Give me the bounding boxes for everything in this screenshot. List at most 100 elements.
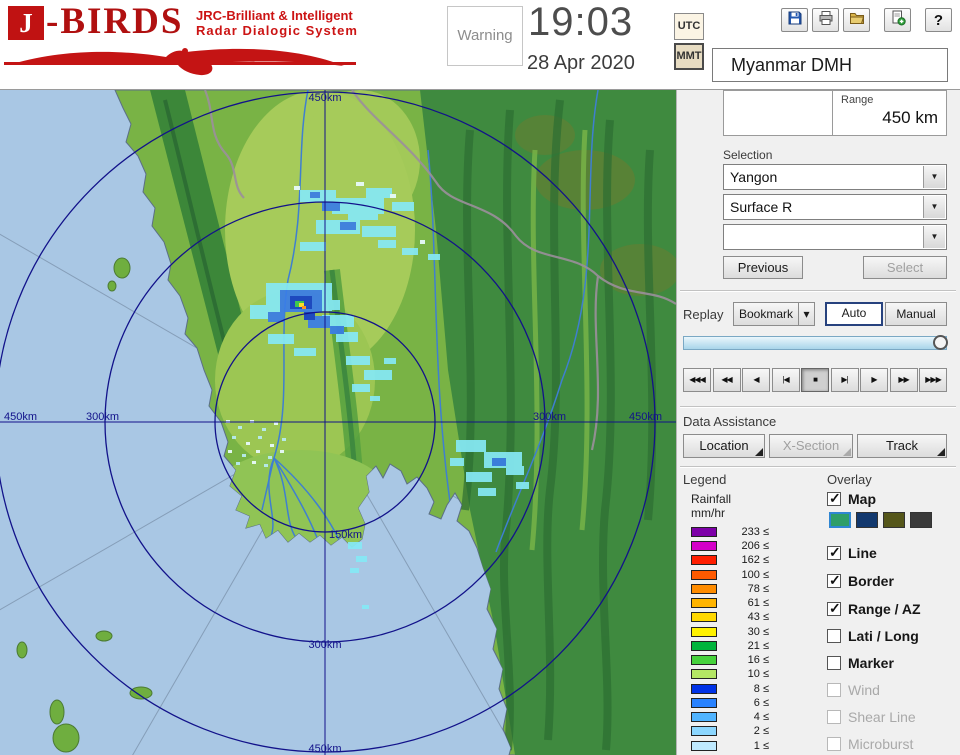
save-button[interactable] [781,8,808,32]
legend-value: 43 ≤ [747,611,769,623]
data-assistance-section-label: Data Assistance [683,414,777,429]
play-button[interactable]: ▶ [860,368,888,392]
marker-checkbox[interactable] [827,656,841,670]
location-button[interactable]: Location [683,434,765,458]
legend-value: 100 ≤ [741,569,769,581]
extra-select[interactable]: ▼ [723,224,947,250]
legend-swatch [691,570,717,580]
legend-value: 61 ≤ [747,597,769,609]
save-icon [787,10,803,31]
lati-long-checkbox[interactable] [827,629,841,643]
range-az-checkbox[interactable] [827,600,841,617]
legend-swatch [691,641,717,651]
bookmark-button[interactable]: Bookmark [733,302,799,326]
help-button[interactable]: ? [925,8,952,32]
overlay-item-label: Line [848,545,877,561]
stop-button[interactable]: ■ [801,368,829,392]
playback-controls: ◀◀◀ ◀◀ ◀ |◀ ■ ▶| ▶ ▶▶ ▶▶▶ [683,368,947,392]
overlay-item-lati-long[interactable]: Lati / Long [827,627,919,645]
legend-swatch [691,584,717,594]
play-backward-button[interactable]: ◀ [742,368,770,392]
manual-mode-button[interactable]: Manual [885,302,947,326]
legend-value: 206 ≤ [741,540,769,552]
range-ring-label: 450km [308,743,341,755]
map-style-option[interactable] [883,512,905,528]
legend-swatch [691,527,717,537]
legend-row: 21 ≤ [691,640,769,652]
overlay-item-marker[interactable]: Marker [827,654,894,672]
export-button[interactable] [884,8,911,32]
line-checkbox[interactable] [827,544,841,561]
legend-swatch [691,712,717,722]
replay-slider[interactable] [683,335,948,350]
auto-mode-button[interactable]: Auto [825,302,883,326]
overlay-item-line[interactable]: Line [827,544,877,562]
select-button[interactable]: Select [863,256,947,279]
step-back-button[interactable]: |◀ [771,368,800,392]
fast-forward-button[interactable]: ▶▶ [889,368,918,392]
legend-swatch [691,741,717,751]
range-ring-label: 450km [308,92,341,104]
legend-row: 4 ≤ [691,711,769,723]
border-checkbox[interactable] [827,572,841,589]
radar-map[interactable]: 450km 450km 300km 300km 450km 150km 300k… [0,90,676,755]
map-checkbox[interactable] [827,490,841,507]
chevron-down-icon[interactable]: ▼ [923,196,945,218]
map-style-swatches [829,512,932,528]
legend-row: 2 ≤ [691,725,769,737]
chevron-down-icon[interactable]: ▼ [923,166,945,188]
fast-rewind-button[interactable]: ◀◀ [712,368,741,392]
station-title: Myanmar DMH [712,48,948,82]
site-select[interactable]: Yangon ▼ [723,164,947,190]
logo-title: -BIRDS [46,1,184,42]
overlay-item-map[interactable]: Map [827,490,876,508]
legend-row: 162 ≤ [691,554,769,566]
range-ring-label: 300km [533,411,566,423]
range-ring-label: 450km [4,411,37,423]
legend-unit-line2: mm/hr [691,506,725,520]
map-style-option[interactable] [856,512,878,528]
overlay-item-label: Range / AZ [848,601,921,617]
product-select[interactable]: Surface R ▼ [723,194,947,220]
print-button[interactable] [812,8,839,32]
help-icon: ? [933,11,944,29]
legend-row: 233 ≤ [691,526,769,538]
jump-end-button[interactable]: ▶▶▶ [919,368,947,392]
range-display-right: Range 450 km [832,91,946,135]
logo-subtitle-line1: JRC-Brilliant & Intelligent [196,8,353,23]
bookmark-menu-arrow[interactable]: ▾ [798,302,815,326]
map-style-option[interactable] [910,512,932,528]
selection-section-label: Selection [723,148,773,162]
map-style-option[interactable] [829,512,851,528]
legend-row: 100 ≤ [691,569,769,581]
overlay-item-label: Marker [848,655,894,671]
chevron-down-icon[interactable]: ▼ [923,226,945,248]
legend-swatch [691,555,717,565]
divider [680,466,956,468]
legend-row: 206 ≤ [691,540,769,552]
track-button[interactable]: Track [857,434,947,458]
replay-slider-thumb[interactable] [933,335,948,350]
legend-swatch [691,726,717,736]
overlay-item-shear-line: Shear Line [827,708,916,726]
legend-swatch [691,598,717,608]
previous-button[interactable]: Previous [723,256,803,279]
jump-start-button[interactable]: ◀◀◀ [683,368,711,392]
utc-button[interactable]: UTC [674,13,704,40]
range-display: Range 450 km [723,90,947,136]
overlay-item-range-az[interactable]: Range / AZ [827,600,921,618]
export-icon [890,10,906,31]
range-value: 450 km [882,108,938,127]
open-folder-button[interactable] [843,8,870,32]
legend-row: 43 ≤ [691,611,769,623]
x-section-button[interactable]: X-Section [769,434,853,458]
mmt-button[interactable]: MMT [674,43,704,70]
legend-row: 10 ≤ [691,668,769,680]
logo-subtitle: JRC-Brilliant & Intelligent Radar Dialog… [196,8,358,38]
step-forward-button[interactable]: ▶| [830,368,859,392]
legend-unit-line1: Rainfall [691,492,732,506]
legend-row: 1 ≤ [691,740,769,752]
overlay-item-border[interactable]: Border [827,572,894,590]
warning-indicator[interactable]: Warning [447,6,523,66]
control-panel: Range 450 km Selection Yangon ▼ Surface … [676,90,960,755]
